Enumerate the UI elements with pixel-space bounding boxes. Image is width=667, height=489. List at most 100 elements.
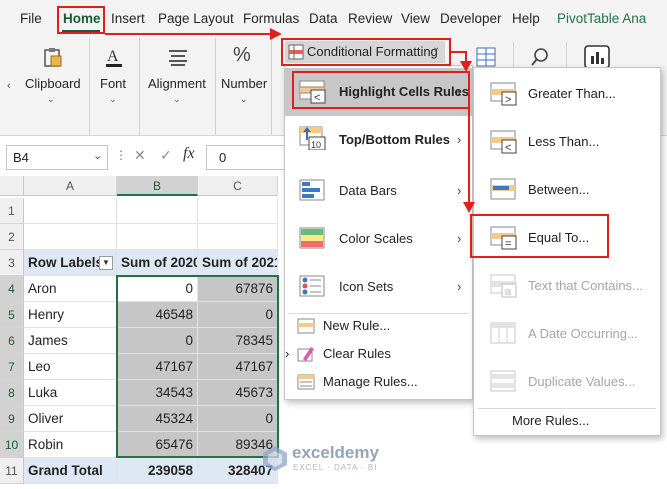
menu-item-top-bottom-rules[interactable]: 10 Top/Bottom Rules › [285, 116, 472, 164]
menu-item-label: Manage Rules... [323, 374, 418, 389]
tab-view[interactable]: View [401, 0, 430, 38]
column-header-a[interactable]: A [24, 176, 117, 196]
row-header[interactable]: 8 [0, 380, 24, 406]
home-tab-highlight-box [57, 6, 105, 34]
submenu-item-label: A Date Occurring... [528, 326, 638, 341]
menu-item-icon-sets[interactable]: Icon Sets › [285, 263, 472, 311]
ribbon-divider [513, 42, 514, 70]
menu-item-label: Clear Rules [323, 346, 391, 361]
grand-total-2020[interactable]: 239058 [117, 458, 198, 484]
pivot-header-sum-2020[interactable]: Sum of 2020 [117, 250, 198, 276]
format-as-table-icon[interactable] [476, 47, 496, 67]
data-bars-icon [299, 179, 325, 201]
row-label-cell[interactable]: Robin [24, 432, 117, 458]
svg-text:10: 10 [311, 140, 321, 150]
menu-item-color-scales[interactable]: Color Scales › [285, 215, 472, 263]
row-label-cell[interactable]: James [24, 328, 117, 354]
clipboard-group[interactable]: Clipboard ⌄ [14, 38, 90, 136]
cell[interactable] [24, 224, 117, 250]
select-all-corner[interactable] [0, 176, 24, 196]
red-arrow-head-icon [460, 61, 472, 72]
cell[interactable] [117, 224, 198, 250]
duplicate-values-icon [490, 370, 516, 392]
formula-input[interactable]: 0 [206, 145, 286, 170]
tab-help[interactable]: Help [512, 0, 540, 38]
submenu-item-label: Text that Contains... [528, 278, 643, 293]
insert-function-icon[interactable]: fx [183, 145, 195, 163]
alignment-label: Alignment [148, 76, 206, 91]
menu-item-clear-rules[interactable]: Clear Rules › [285, 340, 472, 368]
clipboard-chevron-down-icon: ⌄ [47, 94, 55, 104]
color-scales-icon [299, 227, 325, 249]
row-label-cell[interactable]: Oliver [24, 406, 117, 432]
menu-item-label: Top/Bottom Rules [339, 132, 450, 147]
watermark-tagline: EXCEL · DATA · BI [293, 463, 378, 472]
menu-item-label: Icon Sets [339, 279, 394, 294]
submenu-item-less-than[interactable]: < Less Than... [474, 118, 660, 166]
highlight-cells-rules-highlight-box [292, 71, 470, 109]
tab-developer[interactable]: Developer [440, 0, 502, 38]
column-header-c[interactable]: C [198, 176, 278, 196]
equal-to-highlight-box [470, 214, 609, 258]
menu-item-manage-rules[interactable]: Manage Rules... [285, 368, 472, 396]
submenu-item-between[interactable]: Between... [474, 166, 660, 214]
menu-item-new-rule[interactable]: New Rule... [285, 312, 472, 340]
number-label: Number [221, 76, 268, 91]
svg-text:>: > [505, 94, 511, 106]
row-header[interactable]: 7 [0, 354, 24, 380]
ribbon-scroll-left-icon[interactable]: ‹ [7, 80, 11, 92]
tab-review[interactable]: Review [348, 0, 392, 38]
row-header[interactable]: 4 [0, 276, 24, 302]
row-header[interactable]: 6 [0, 328, 24, 354]
row-labels-label: Row Labels [28, 255, 104, 270]
submenu-arrow-icon: › [457, 231, 462, 246]
pivot-header-row-labels[interactable]: Row Labels ▼ [24, 250, 117, 276]
row-label-cell[interactable]: Leo [24, 354, 117, 380]
row-header[interactable]: 9 [0, 406, 24, 432]
cancel-icon[interactable]: ✕ [134, 147, 146, 164]
cell[interactable] [198, 198, 278, 224]
cell[interactable] [117, 198, 198, 224]
enter-icon[interactable]: ✓ [160, 147, 172, 164]
filter-dropdown-icon[interactable]: ▼ [99, 256, 113, 270]
formula-bar-grip-icon: ⋮ [115, 148, 127, 162]
font-group[interactable]: A Font ⌄ [90, 38, 140, 136]
menu-item-label: New Rule... [323, 318, 391, 333]
row-label-cell[interactable]: Aron [24, 276, 117, 302]
grand-total-label[interactable]: Grand Total [24, 458, 117, 484]
cell[interactable] [198, 224, 278, 250]
tab-file[interactable]: File [20, 0, 42, 38]
tab-data[interactable]: Data [309, 0, 338, 38]
font-label: Font [100, 76, 127, 91]
tab-pivottable-analyze[interactable]: PivotTable Ana [557, 0, 646, 38]
alignment-group[interactable]: Alignment ⌄ [140, 38, 216, 136]
row-header[interactable]: 10 [0, 432, 24, 458]
alignment-icon [169, 50, 187, 66]
submenu-arrow-icon: › [285, 346, 290, 361]
row-header[interactable]: 11 [0, 458, 24, 484]
row-label-cell[interactable]: Luka [24, 380, 117, 406]
number-group[interactable]: % Number ⌄ [216, 38, 272, 136]
name-box[interactable]: B4 ⌄ [6, 145, 108, 170]
submenu-item-duplicate-values: Duplicate Values... [474, 358, 660, 406]
row-header[interactable]: 1 [0, 198, 24, 224]
submenu-item-label: Between... [528, 182, 590, 197]
row-header[interactable]: 5 [0, 302, 24, 328]
submenu-separator [478, 408, 656, 409]
row-label-cell[interactable]: Henry [24, 302, 117, 328]
name-box-chevron-down-icon[interactable]: ⌄ [93, 149, 102, 162]
number-chevron-down-icon: ⌄ [240, 94, 248, 104]
menu-item-data-bars[interactable]: Data Bars › [285, 167, 472, 215]
selection-range-border [116, 275, 279, 458]
cell[interactable] [24, 198, 117, 224]
submenu-item-greater-than[interactable]: > Greater Than... [474, 70, 660, 118]
alignment-chevron-down-icon: ⌄ [173, 94, 181, 104]
row-header[interactable]: 3 [0, 250, 24, 276]
search-icon[interactable] [530, 47, 550, 67]
more-rules-item[interactable]: More Rules... [512, 413, 589, 428]
row-header[interactable]: 2 [0, 224, 24, 250]
submenu-item-label: Less Than... [528, 134, 600, 149]
font-color-icon: A [106, 48, 122, 67]
pivot-header-sum-2021[interactable]: Sum of 2021 [198, 250, 278, 276]
column-header-b[interactable]: B [117, 176, 198, 196]
